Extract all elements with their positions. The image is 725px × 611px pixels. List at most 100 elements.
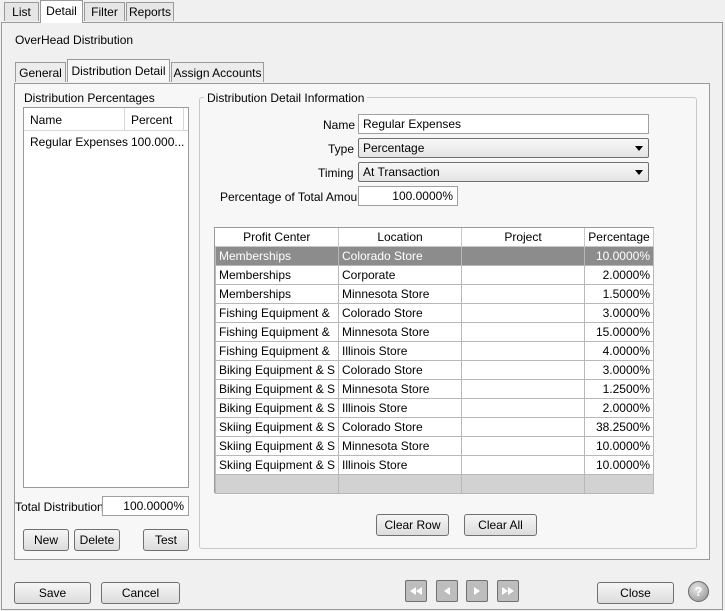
close-button[interactable]: Close <box>597 582 674 604</box>
column-header-name[interactable]: Name <box>30 113 62 127</box>
cell-profit-center[interactable]: Biking Equipment & S <box>215 398 339 418</box>
list-item[interactable]: Regular Expenses 100.000... <box>24 131 188 153</box>
table-row[interactable]: Biking Equipment & S Illinois Store 2.0000… <box>215 398 654 418</box>
table-row[interactable]: Biking Equipment & S Colorado Store 3.0000… <box>215 360 654 380</box>
clear-row-button[interactable]: Clear Row <box>376 514 449 536</box>
table-row[interactable]: Memberships Minnesota Store 1.5000% <box>215 284 654 304</box>
new-row[interactable] <box>215 474 654 494</box>
cell-percentage[interactable]: 38.2500% <box>584 417 654 437</box>
cell-profit-center[interactable]: Skiing Equipment & S <box>215 455 339 475</box>
cell-location[interactable]: Corporate <box>338 265 462 285</box>
table-row[interactable]: Fishing Equipment & Illinois Store 4.0000% <box>215 341 654 361</box>
tab-general[interactable]: General <box>15 62 66 82</box>
tab-detail[interactable]: Detail <box>40 0 83 23</box>
tab-distribution-detail[interactable]: Distribution Detail <box>67 59 170 82</box>
delete-button[interactable]: Delete <box>74 529 120 551</box>
cell-percentage[interactable]: 4.0000% <box>584 341 654 361</box>
cell-percentage[interactable]: 10.0000% <box>584 455 654 475</box>
cell-percentage[interactable]: 1.5000% <box>584 284 654 304</box>
previous-record-button[interactable] <box>436 580 458 602</box>
first-record-button[interactable] <box>405 580 427 602</box>
cell-profit-center[interactable]: Memberships <box>215 246 339 266</box>
percentages-list-header: Name Percent <box>24 108 188 131</box>
table-row[interactable]: Skiing Equipment & S Colorado Store 38.250… <box>215 417 654 437</box>
new-row-cell[interactable] <box>461 474 585 494</box>
cell-percentage[interactable]: 15.0000% <box>584 322 654 342</box>
table-row[interactable]: Skiing Equipment & S Minnesota Store 10.00… <box>215 436 654 456</box>
percentage-total-field[interactable]: 100.0000% <box>358 186 458 206</box>
cell-percentage[interactable]: 3.0000% <box>584 303 654 323</box>
cell-project[interactable] <box>461 379 585 399</box>
help-icon[interactable]: ? <box>688 581 709 602</box>
cell-project[interactable] <box>461 284 585 304</box>
table-row[interactable]: Fishing Equipment & Minnesota Store 15.000… <box>215 322 654 342</box>
cell-percentage[interactable]: 1.2500% <box>584 379 654 399</box>
percentages-list[interactable]: Name Percent Regular Expenses 100.000... <box>23 107 189 488</box>
cell-percentage[interactable]: 10.0000% <box>584 436 654 456</box>
cell-project[interactable] <box>461 398 585 418</box>
new-button[interactable]: New <box>23 529 69 551</box>
cell-project[interactable] <box>461 265 585 285</box>
test-button[interactable]: Test <box>143 529 189 551</box>
tab-list[interactable]: List <box>4 2 39 21</box>
cell-location[interactable]: Colorado Store <box>338 303 462 323</box>
cell-profit-center[interactable]: Biking Equipment & S <box>215 360 339 380</box>
column-header-project[interactable]: Project <box>461 228 585 247</box>
cell-profit-center[interactable]: Biking Equipment & S <box>215 379 339 399</box>
table-row[interactable]: Skiing Equipment & S Illinois Store 10.000… <box>215 455 654 475</box>
next-record-button[interactable] <box>466 580 488 602</box>
cell-profit-center[interactable]: Fishing Equipment & <box>215 322 339 342</box>
cell-location[interactable]: Colorado Store <box>338 360 462 380</box>
cell-project[interactable] <box>461 360 585 380</box>
cell-profit-center[interactable]: Memberships <box>215 284 339 304</box>
cell-location[interactable]: Minnesota Store <box>338 284 462 304</box>
table-row[interactable]: Memberships Corporate 2.0000% <box>215 265 654 285</box>
cell-location[interactable]: Colorado Store <box>338 417 462 437</box>
cell-profit-center[interactable]: Skiing Equipment & S <box>215 417 339 437</box>
cell-project[interactable] <box>461 436 585 456</box>
cell-project[interactable] <box>461 303 585 323</box>
cell-project[interactable] <box>461 246 585 266</box>
tab-reports[interactable]: Reports <box>126 2 174 21</box>
cell-project[interactable] <box>461 417 585 437</box>
timing-select-value: At Transaction <box>363 165 440 179</box>
cell-percentage[interactable]: 3.0000% <box>584 360 654 380</box>
cell-location[interactable]: Colorado Store <box>338 246 462 266</box>
column-header-location[interactable]: Location <box>338 228 462 247</box>
table-row[interactable]: Biking Equipment & S Minnesota Store 1.250… <box>215 379 654 399</box>
column-header-percent[interactable]: Percent <box>131 113 172 127</box>
name-field[interactable]: Regular Expenses <box>358 114 649 134</box>
cell-location[interactable]: Illinois Store <box>338 398 462 418</box>
cell-location[interactable]: Minnesota Store <box>338 322 462 342</box>
tab-filter[interactable]: Filter <box>84 2 125 21</box>
cell-percentage[interactable]: 10.0000% <box>584 246 654 266</box>
new-row-cell[interactable] <box>338 474 462 494</box>
cell-project[interactable] <box>461 322 585 342</box>
tab-assign-accounts[interactable]: Assign Accounts <box>171 62 264 82</box>
cell-profit-center[interactable]: Fishing Equipment & <box>215 303 339 323</box>
cell-percentage[interactable]: 2.0000% <box>584 398 654 418</box>
table-row[interactable]: Memberships Colorado Store 10.0000% <box>215 246 654 266</box>
new-row-cell[interactable] <box>584 474 654 494</box>
new-row-cell[interactable] <box>215 474 339 494</box>
cell-project[interactable] <box>461 341 585 361</box>
cell-location[interactable]: Minnesota Store <box>338 436 462 456</box>
table-row[interactable]: Fishing Equipment & Colorado Store 3.0000% <box>215 303 654 323</box>
cell-location[interactable]: Illinois Store <box>338 341 462 361</box>
clear-all-button[interactable]: Clear All <box>464 514 537 536</box>
save-button[interactable]: Save <box>14 582 91 604</box>
cell-profit-center[interactable]: Memberships <box>215 265 339 285</box>
cell-location[interactable]: Illinois Store <box>338 455 462 475</box>
column-header-percentage[interactable]: Percentage <box>584 228 654 247</box>
cancel-button[interactable]: Cancel <box>101 582 180 604</box>
column-header-profit-center[interactable]: Profit Center <box>215 228 339 247</box>
distribution-grid[interactable]: Profit Center Location Project Percentag… <box>214 227 654 494</box>
timing-select[interactable]: At Transaction <box>358 162 649 182</box>
cell-project[interactable] <box>461 455 585 475</box>
last-record-button[interactable] <box>497 580 519 602</box>
cell-location[interactable]: Minnesota Store <box>338 379 462 399</box>
cell-profit-center[interactable]: Skiing Equipment & S <box>215 436 339 456</box>
cell-percentage[interactable]: 2.0000% <box>584 265 654 285</box>
type-select[interactable]: Percentage <box>358 138 649 158</box>
cell-profit-center[interactable]: Fishing Equipment & <box>215 341 339 361</box>
